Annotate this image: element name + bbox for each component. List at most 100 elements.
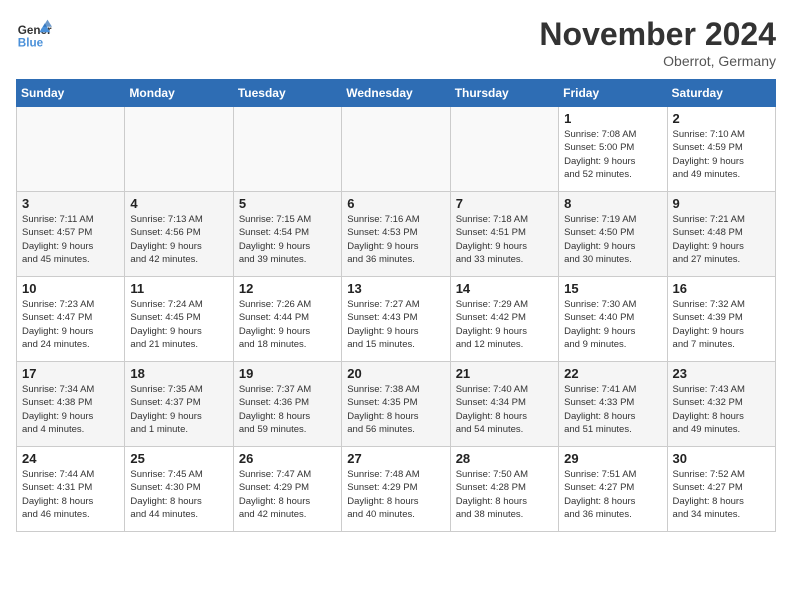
calendar-cell: 23 Sunrise: 7:43 AM Sunset: 4:32 PM Dayli… bbox=[667, 362, 775, 447]
day-info: Sunrise: 7:44 AM Sunset: 4:31 PM Dayligh… bbox=[22, 468, 119, 521]
day-number: 3 bbox=[22, 196, 119, 211]
day-info: Sunrise: 7:10 AM Sunset: 4:59 PM Dayligh… bbox=[673, 128, 770, 181]
calendar-cell bbox=[233, 107, 341, 192]
header-sunday: Sunday bbox=[17, 80, 125, 107]
calendar-cell: 15Sunrise: 7:30 AM Sunset: 4:40 PM Dayli… bbox=[559, 277, 667, 362]
calendar-week-3: 10 Sunrise: 7:23 AM Sunset: 4:47 PM Dayli… bbox=[17, 277, 776, 362]
calendar-cell: 1 Sunrise: 7:08 AM Sunset: 5:00 PM Daylig… bbox=[559, 107, 667, 192]
calendar-cell: 11 Sunrise: 7:24 AM Sunset: 4:45 PM Dayli… bbox=[125, 277, 233, 362]
calendar-cell: 21 Sunrise: 7:40 AM Sunset: 4:34 PM Dayli… bbox=[450, 362, 558, 447]
day-number: 16 bbox=[673, 281, 770, 296]
day-info: Sunrise: 7:15 AM Sunset: 4:54 PM Dayligh… bbox=[239, 213, 336, 266]
calendar-cell bbox=[125, 107, 233, 192]
calendar-cell: 13 Sunrise: 7:27 AM Sunset: 4:43 PM Dayli… bbox=[342, 277, 450, 362]
day-number: 26 bbox=[239, 451, 336, 466]
day-number: 19 bbox=[239, 366, 336, 381]
day-info: Sunrise: 7:16 AM Sunset: 4:53 PM Dayligh… bbox=[347, 213, 444, 266]
day-number: 13 bbox=[347, 281, 444, 296]
svg-text:Blue: Blue bbox=[18, 37, 44, 50]
day-number: 9 bbox=[673, 196, 770, 211]
day-info: Sunrise: 7:45 AM Sunset: 4:30 PM Dayligh… bbox=[130, 468, 227, 521]
calendar-cell: 2 Sunrise: 7:10 AM Sunset: 4:59 PM Daylig… bbox=[667, 107, 775, 192]
calendar-cell: 7Sunrise: 7:18 AM Sunset: 4:51 PM Daylig… bbox=[450, 192, 558, 277]
day-number: 29 bbox=[564, 451, 661, 466]
header-tuesday: Tuesday bbox=[233, 80, 341, 107]
calendar-cell: 18 Sunrise: 7:35 AM Sunset: 4:37 PM Dayli… bbox=[125, 362, 233, 447]
day-number: 18 bbox=[130, 366, 227, 381]
day-info: Sunrise: 7:23 AM Sunset: 4:47 PM Dayligh… bbox=[22, 298, 119, 351]
calendar-cell: 25 Sunrise: 7:45 AM Sunset: 4:30 PM Dayli… bbox=[125, 447, 233, 532]
day-info: Sunrise: 7:52 AM Sunset: 4:27 PM Dayligh… bbox=[673, 468, 770, 521]
day-info: Sunrise: 7:41 AM Sunset: 4:33 PM Dayligh… bbox=[564, 383, 661, 436]
day-info: Sunrise: 7:19 AM Sunset: 4:50 PM Dayligh… bbox=[564, 213, 661, 266]
day-number: 4 bbox=[130, 196, 227, 211]
day-info: Sunrise: 7:43 AM Sunset: 4:32 PM Dayligh… bbox=[673, 383, 770, 436]
day-info: Sunrise: 7:32 AM Sunset: 4:39 PM Dayligh… bbox=[673, 298, 770, 351]
header-friday: Friday bbox=[559, 80, 667, 107]
calendar-cell: 17Sunrise: 7:34 AM Sunset: 4:38 PM Dayli… bbox=[17, 362, 125, 447]
day-info: Sunrise: 7:40 AM Sunset: 4:34 PM Dayligh… bbox=[456, 383, 553, 436]
calendar-week-2: 3 Sunrise: 7:11 AM Sunset: 4:57 PM Daylig… bbox=[17, 192, 776, 277]
day-number: 8 bbox=[564, 196, 661, 211]
header-monday: Monday bbox=[125, 80, 233, 107]
day-info: Sunrise: 7:08 AM Sunset: 5:00 PM Dayligh… bbox=[564, 128, 661, 181]
calendar-cell: 4 Sunrise: 7:13 AM Sunset: 4:56 PM Daylig… bbox=[125, 192, 233, 277]
day-number: 25 bbox=[130, 451, 227, 466]
header-row: SundayMondayTuesdayWednesdayThursdayFrid… bbox=[17, 80, 776, 107]
day-info: Sunrise: 7:27 AM Sunset: 4:43 PM Dayligh… bbox=[347, 298, 444, 351]
calendar-cell: 12 Sunrise: 7:26 AM Sunset: 4:44 PM Dayli… bbox=[233, 277, 341, 362]
day-info: Sunrise: 7:26 AM Sunset: 4:44 PM Dayligh… bbox=[239, 298, 336, 351]
day-info: Sunrise: 7:48 AM Sunset: 4:29 PM Dayligh… bbox=[347, 468, 444, 521]
day-info: Sunrise: 7:13 AM Sunset: 4:56 PM Dayligh… bbox=[130, 213, 227, 266]
day-info: Sunrise: 7:30 AM Sunset: 4:40 PM Dayligh… bbox=[564, 298, 661, 351]
calendar-cell: 5 Sunrise: 7:15 AM Sunset: 4:54 PM Daylig… bbox=[233, 192, 341, 277]
calendar-cell: 14 Sunrise: 7:29 AM Sunset: 4:42 PM Dayli… bbox=[450, 277, 558, 362]
day-number: 20 bbox=[347, 366, 444, 381]
day-info: Sunrise: 7:50 AM Sunset: 4:28 PM Dayligh… bbox=[456, 468, 553, 521]
calendar-cell: 26 Sunrise: 7:47 AM Sunset: 4:29 PM Dayli… bbox=[233, 447, 341, 532]
day-info: Sunrise: 7:18 AM Sunset: 4:51 PM Dayligh… bbox=[456, 213, 553, 266]
day-info: Sunrise: 7:11 AM Sunset: 4:57 PM Dayligh… bbox=[22, 213, 119, 266]
calendar-cell: 3 Sunrise: 7:11 AM Sunset: 4:57 PM Daylig… bbox=[17, 192, 125, 277]
calendar-cell: 22Sunrise: 7:41 AM Sunset: 4:33 PM Dayli… bbox=[559, 362, 667, 447]
day-number: 28 bbox=[456, 451, 553, 466]
calendar-cell: 27 Sunrise: 7:48 AM Sunset: 4:29 PM Dayli… bbox=[342, 447, 450, 532]
day-number: 27 bbox=[347, 451, 444, 466]
calendar-cell: 28 Sunrise: 7:50 AM Sunset: 4:28 PM Dayli… bbox=[450, 447, 558, 532]
day-info: Sunrise: 7:35 AM Sunset: 4:37 PM Dayligh… bbox=[130, 383, 227, 436]
calendar-table: SundayMondayTuesdayWednesdayThursdayFrid… bbox=[16, 79, 776, 532]
calendar-cell: 9 Sunrise: 7:21 AM Sunset: 4:48 PM Daylig… bbox=[667, 192, 775, 277]
header-wednesday: Wednesday bbox=[342, 80, 450, 107]
calendar-cell bbox=[342, 107, 450, 192]
day-info: Sunrise: 7:37 AM Sunset: 4:36 PM Dayligh… bbox=[239, 383, 336, 436]
day-info: Sunrise: 7:38 AM Sunset: 4:35 PM Dayligh… bbox=[347, 383, 444, 436]
header-thursday: Thursday bbox=[450, 80, 558, 107]
calendar-week-4: 17Sunrise: 7:34 AM Sunset: 4:38 PM Dayli… bbox=[17, 362, 776, 447]
calendar-cell: 6Sunrise: 7:16 AM Sunset: 4:53 PM Daylig… bbox=[342, 192, 450, 277]
day-number: 21 bbox=[456, 366, 553, 381]
day-number: 24 bbox=[22, 451, 119, 466]
logo: General Blue bbox=[16, 16, 52, 52]
day-info: Sunrise: 7:29 AM Sunset: 4:42 PM Dayligh… bbox=[456, 298, 553, 351]
day-number: 23 bbox=[673, 366, 770, 381]
location: Oberrot, Germany bbox=[539, 53, 776, 69]
day-number: 14 bbox=[456, 281, 553, 296]
day-number: 11 bbox=[130, 281, 227, 296]
page-header: General Blue November 2024 Oberrot, Germ… bbox=[16, 16, 776, 69]
day-info: Sunrise: 7:21 AM Sunset: 4:48 PM Dayligh… bbox=[673, 213, 770, 266]
day-info: Sunrise: 7:24 AM Sunset: 4:45 PM Dayligh… bbox=[130, 298, 227, 351]
calendar-cell: 10 Sunrise: 7:23 AM Sunset: 4:47 PM Dayli… bbox=[17, 277, 125, 362]
day-info: Sunrise: 7:47 AM Sunset: 4:29 PM Dayligh… bbox=[239, 468, 336, 521]
calendar-cell: 29 Sunrise: 7:51 AM Sunset: 4:27 PM Dayli… bbox=[559, 447, 667, 532]
month-title: November 2024 bbox=[539, 16, 776, 53]
day-number: 5 bbox=[239, 196, 336, 211]
title-block: November 2024 Oberrot, Germany bbox=[539, 16, 776, 69]
day-number: 10 bbox=[22, 281, 119, 296]
calendar-cell: 16 Sunrise: 7:32 AM Sunset: 4:39 PM Dayli… bbox=[667, 277, 775, 362]
day-number: 12 bbox=[239, 281, 336, 296]
day-number: 2 bbox=[673, 111, 770, 126]
calendar-cell: 20 Sunrise: 7:38 AM Sunset: 4:35 PM Dayli… bbox=[342, 362, 450, 447]
day-info: Sunrise: 7:51 AM Sunset: 4:27 PM Dayligh… bbox=[564, 468, 661, 521]
calendar-cell bbox=[450, 107, 558, 192]
day-number: 1 bbox=[564, 111, 661, 126]
